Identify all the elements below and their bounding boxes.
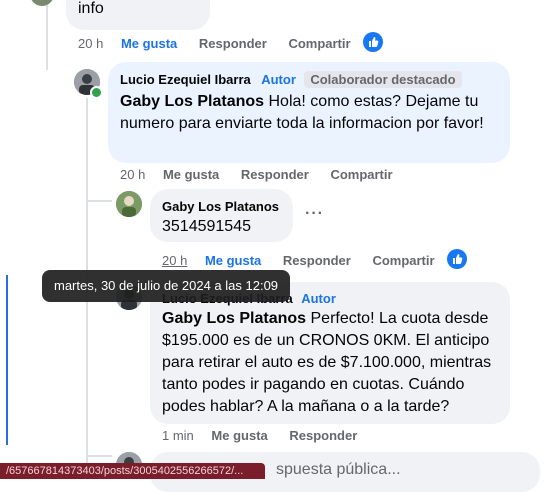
timestamp[interactable]: 20 h bbox=[162, 253, 187, 268]
like-button[interactable]: Me gusta bbox=[205, 253, 261, 268]
reply-button[interactable]: Responder bbox=[241, 167, 309, 182]
top-contributor-badge: Colaborador destacado bbox=[304, 71, 462, 88]
comment-author[interactable]: Lucio Ezequiel Ibarra bbox=[120, 72, 251, 87]
timestamp[interactable]: 1 min bbox=[162, 428, 194, 443]
comment-text: 3514591545 bbox=[162, 218, 251, 235]
comment-header: Lucio Ezequiel Ibarra Autor Colaborador … bbox=[120, 71, 462, 89]
more-options-icon[interactable]: ··· bbox=[305, 205, 324, 223]
mention-link[interactable]: Gaby Los Platanos bbox=[162, 310, 306, 327]
reply-button[interactable]: Responder bbox=[289, 428, 357, 443]
reply-button[interactable]: Responder bbox=[283, 253, 351, 268]
reply-input-placeholder[interactable]: spuesta pública... bbox=[276, 461, 401, 479]
comment-actions: 20 h Me gusta Responder Compartir bbox=[78, 36, 369, 51]
selection-indicator bbox=[6, 275, 8, 445]
comment-bubble: info bbox=[66, 0, 210, 30]
author-tag: Autor bbox=[261, 72, 296, 87]
comment-text: Gaby Los Platanos Hola! como estas? Deja… bbox=[120, 91, 500, 135]
like-button[interactable]: Me gusta bbox=[163, 167, 219, 182]
timestamp[interactable]: 20 h bbox=[120, 167, 145, 182]
like-reaction-icon[interactable] bbox=[363, 32, 383, 52]
like-button[interactable]: Me gusta bbox=[211, 428, 267, 443]
timestamp[interactable]: 20 h bbox=[78, 36, 103, 51]
share-button[interactable]: Compartir bbox=[330, 167, 392, 182]
mention-link[interactable]: Gaby Los Platanos bbox=[120, 93, 264, 110]
thread-line bbox=[86, 455, 112, 457]
thread-line bbox=[46, 0, 48, 70]
comment-actions: 1 min Me gusta Responder bbox=[162, 428, 375, 443]
like-button[interactable]: Me gusta bbox=[121, 36, 177, 51]
comment-bubble: Lucio Ezequiel Ibarra Autor Gaby Los Pla… bbox=[150, 282, 510, 424]
comment-bubble: Lucio Ezequiel Ibarra Autor Colaborador … bbox=[108, 62, 510, 163]
author-tag: Autor bbox=[301, 291, 336, 306]
avatar[interactable] bbox=[30, 0, 54, 6]
comment-bubble: Gaby Los Platanos 3514591545 bbox=[150, 189, 293, 242]
share-button[interactable]: Compartir bbox=[372, 253, 434, 268]
comment-actions: 20 h Me gusta Responder Compartir bbox=[120, 167, 411, 182]
avatar[interactable] bbox=[116, 191, 142, 217]
timestamp-tooltip: martes, 30 de julio de 2024 a las 12:09 bbox=[42, 270, 291, 302]
reply-button[interactable]: Responder bbox=[199, 36, 267, 51]
comment-author[interactable]: Gaby Los Platanos bbox=[162, 199, 279, 214]
status-url: /657667814373403/posts/3005402556266572/… bbox=[0, 463, 265, 479]
comment-actions: 20 h Me gusta Responder Compartir bbox=[162, 253, 453, 268]
like-reaction-icon[interactable] bbox=[447, 249, 467, 269]
share-button[interactable]: Compartir bbox=[288, 36, 350, 51]
comment-text: Gaby Los Platanos Perfecto! La cuota des… bbox=[162, 308, 502, 418]
thread-line bbox=[86, 200, 112, 202]
comment-text: info bbox=[78, 0, 104, 17]
online-status-icon bbox=[90, 86, 103, 99]
